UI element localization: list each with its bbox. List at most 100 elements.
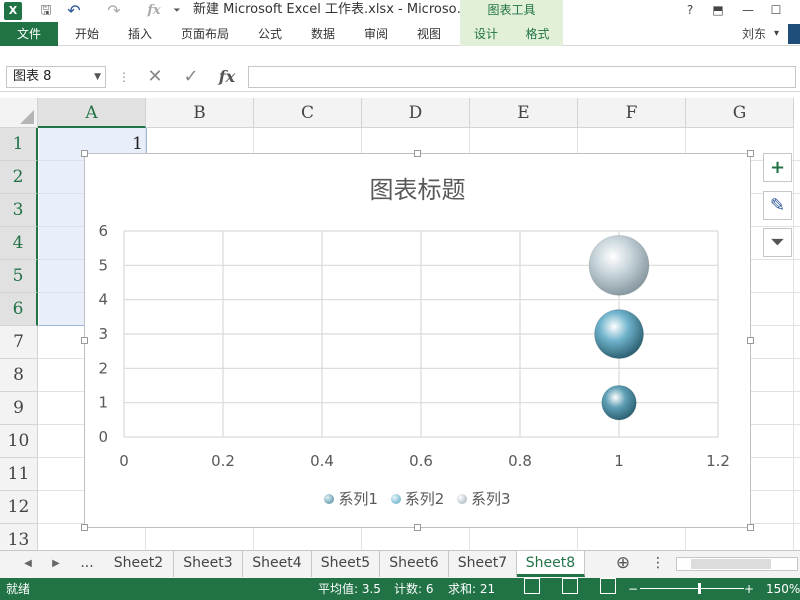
y-tick-label: 5 (98, 256, 108, 274)
resize-handle[interactable] (414, 524, 421, 531)
sheet-nav-next-icon[interactable]: ▶ (48, 551, 64, 577)
resize-handle[interactable] (414, 150, 421, 157)
row-header-1[interactable]: 1 (0, 128, 38, 161)
cancel-icon[interactable]: ✕ (142, 66, 168, 88)
page-layout-view-icon[interactable] (562, 578, 578, 594)
formula-bar-separator[interactable]: ⋮ (118, 70, 130, 84)
enter-icon[interactable]: ✓ (178, 66, 204, 88)
zoom-out-button[interactable]: − (628, 578, 638, 600)
sheet-tab-sheet3[interactable]: Sheet3 (174, 551, 243, 577)
sheet-tab-sheet5[interactable]: Sheet5 (312, 551, 380, 577)
status-count: 计数: 6 (394, 582, 434, 596)
save-icon[interactable]: 🖫 (36, 2, 56, 20)
resize-handle[interactable] (81, 337, 88, 344)
row-header-8[interactable]: 8 (0, 359, 38, 392)
resize-handle[interactable] (747, 524, 754, 531)
column-header-g[interactable]: G (686, 98, 794, 128)
row-header-3[interactable]: 3 (0, 194, 38, 227)
name-box[interactable]: 图表 8 ▼ (6, 66, 106, 88)
horizontal-scrollbar[interactable] (676, 557, 798, 571)
sheet-tab-sheet6[interactable]: Sheet6 (380, 551, 449, 577)
account-avatar[interactable] (788, 24, 800, 44)
sheet-bar-splitter[interactable]: ⋮ (650, 551, 666, 577)
resize-handle[interactable] (81, 150, 88, 157)
tab-view[interactable]: 视图 (408, 22, 450, 46)
row-header-2[interactable]: 2 (0, 161, 38, 194)
select-all-corner[interactable] (0, 98, 38, 128)
tab-design[interactable]: 设计 (460, 22, 512, 46)
resize-handle[interactable] (747, 150, 754, 157)
row-header-10[interactable]: 10 (0, 425, 38, 458)
zoom-slider-thumb[interactable] (698, 583, 701, 594)
resize-handle[interactable] (747, 337, 754, 344)
scrollbar-thumb[interactable] (691, 559, 771, 569)
user-dropdown-icon[interactable]: ▾ (774, 22, 779, 46)
zoom-level[interactable]: 150% (766, 578, 800, 600)
insert-function-button[interactable]: fx (214, 66, 240, 88)
tab-formulas[interactable]: 公式 (249, 22, 291, 46)
excel-logo-icon: X (4, 2, 22, 20)
new-sheet-button[interactable]: ⊕ (610, 551, 636, 577)
zoom-slider[interactable] (640, 588, 744, 589)
tab-page-layout[interactable]: 页面布局 (172, 22, 238, 46)
sheet-tab-sheet8[interactable]: Sheet8 (517, 551, 585, 577)
ribbon-display-options-icon[interactable]: ⬒ (704, 0, 732, 22)
tab-home[interactable]: 开始 (66, 22, 108, 46)
sheet-nav-prev-icon[interactable]: ◀ (20, 551, 36, 577)
column-header-a[interactable]: A (38, 98, 146, 128)
sheet-tabs-ellipsis[interactable]: ... (72, 551, 102, 577)
row-header-7[interactable]: 7 (0, 326, 38, 359)
status-bar: 就绪 平均值: 3.5 计数: 6 求和: 21 − + 150% (0, 578, 800, 600)
help-icon[interactable]: ? (676, 0, 704, 22)
name-box-dropdown-icon[interactable]: ▼ (94, 67, 101, 87)
customize-qa-icon[interactable]: ⏷ (170, 2, 184, 20)
bubble-chart[interactable]: 图表标题 0 0.2 0.4 0.6 0.8 1 1.2 0 1 2 3 4 5 6 系列1 系列2 系列… (81, 150, 754, 531)
row-header-12[interactable]: 12 (0, 491, 38, 524)
column-header-b[interactable]: B (146, 98, 254, 128)
column-header-e[interactable]: E (470, 98, 578, 128)
sheet-tab-bar: ◀ ▶ ... Sheet2 Sheet3 Sheet4 Sheet5 Sheet6 Sh… (0, 550, 800, 578)
tab-insert[interactable]: 插入 (119, 22, 161, 46)
insert-function-icon[interactable]: fx (144, 2, 164, 20)
x-tick-label: 0.4 (310, 452, 334, 470)
minimize-button[interactable]: — (734, 0, 762, 22)
x-tick-label: 1.2 (706, 452, 730, 470)
tab-review[interactable]: 审阅 (355, 22, 397, 46)
resize-handle[interactable] (81, 524, 88, 531)
chart-styles-button[interactable]: ✎ (763, 191, 792, 220)
tab-format[interactable]: 格式 (512, 22, 563, 46)
row-header-9[interactable]: 9 (0, 392, 38, 425)
legend-item-series3: 系列3 (457, 488, 511, 509)
status-average: 平均值: 3.5 (318, 582, 381, 596)
column-header-f[interactable]: F (578, 98, 686, 128)
tab-file[interactable]: 文件 (0, 22, 58, 46)
row-header-4[interactable]: 4 (0, 227, 38, 260)
chart-filters-button[interactable]: ⏷ (763, 228, 792, 257)
plot-area[interactable]: 0 0.2 0.4 0.6 0.8 1 1.2 0 1 2 3 4 5 6 (85, 154, 752, 484)
status-sum: 求和: 21 (448, 582, 496, 596)
page-break-view-icon[interactable] (600, 578, 616, 594)
legend-marker-icon (324, 493, 335, 504)
row-header-13[interactable]: 13 (0, 524, 38, 550)
sheet-tab-sheet4[interactable]: Sheet4 (243, 551, 312, 577)
sheet-tab-sheet7[interactable]: Sheet7 (449, 551, 517, 577)
chart-elements-button[interactable]: + (763, 153, 792, 182)
bubble-系列2 (594, 309, 644, 359)
row-header-5[interactable]: 5 (0, 260, 38, 293)
row-header-11[interactable]: 11 (0, 458, 38, 491)
redo-icon[interactable]: ↷ (104, 2, 124, 20)
sheet-tab-sheet2[interactable]: Sheet2 (104, 551, 174, 577)
chart-legend[interactable]: 系列1 系列2 系列3 (85, 488, 750, 509)
column-header-c[interactable]: C (254, 98, 362, 128)
column-header-d[interactable]: D (362, 98, 470, 128)
undo-icon[interactable]: ↶ (64, 2, 84, 20)
zoom-in-button[interactable]: + (744, 578, 754, 600)
normal-view-icon[interactable] (524, 578, 540, 594)
maximize-button[interactable]: ☐ (762, 0, 790, 22)
row-header-6[interactable]: 6 (0, 293, 38, 326)
x-tick-label: 1 (614, 452, 624, 470)
user-name[interactable]: 刘东 (742, 22, 766, 46)
y-tick-label: 4 (98, 291, 108, 309)
formula-input[interactable] (248, 66, 796, 88)
tab-data[interactable]: 数据 (302, 22, 344, 46)
